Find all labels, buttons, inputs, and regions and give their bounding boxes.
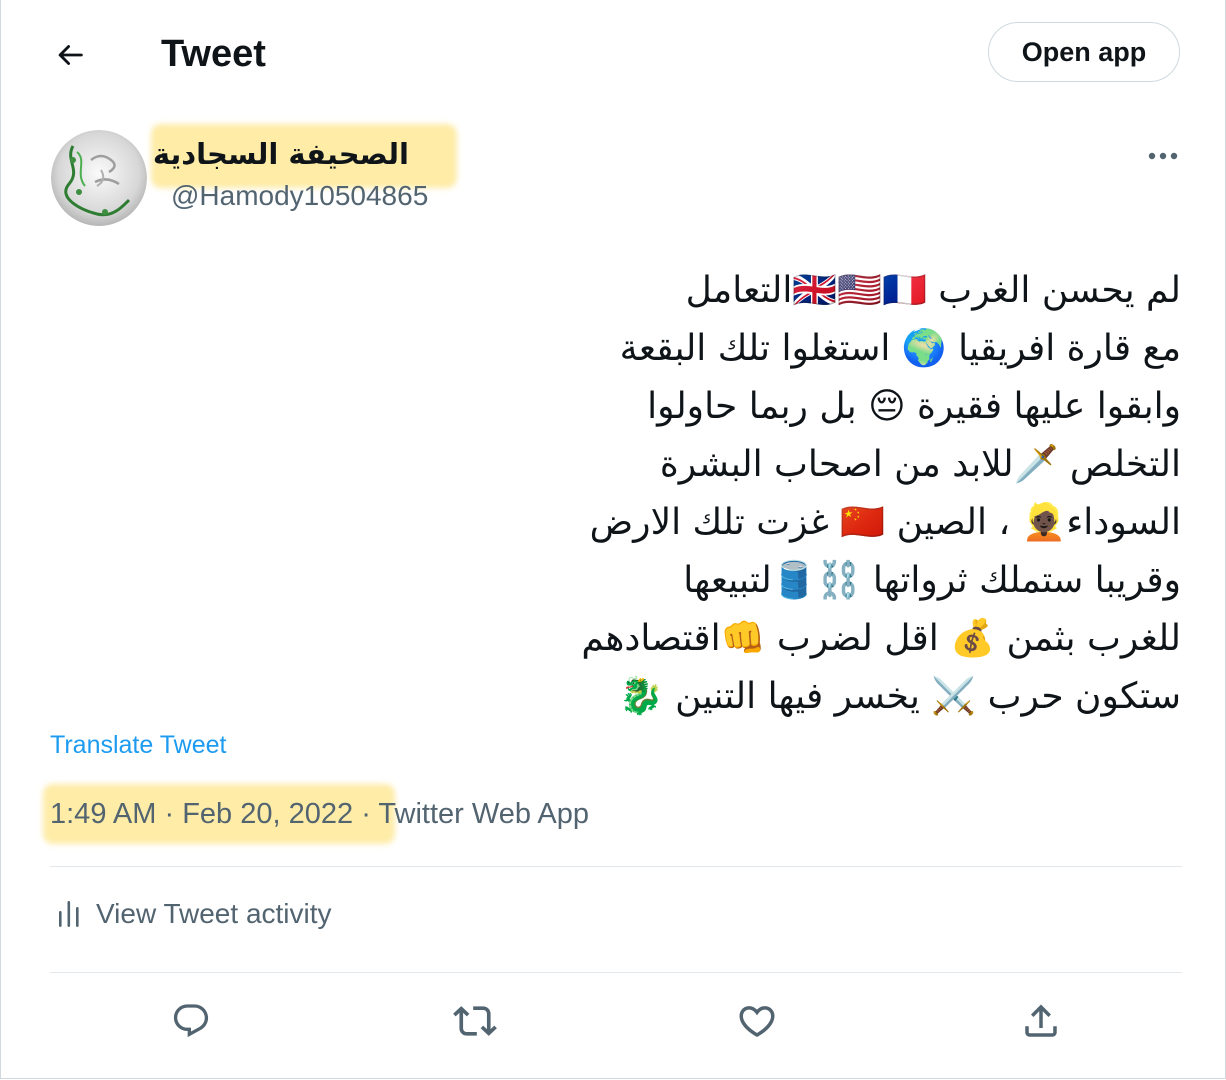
tweet-line: ستكون حرب ⚔️ يخسر فيها التنين 🐉 — [618, 676, 1181, 717]
open-app-button[interactable]: Open app — [988, 22, 1180, 82]
reply-icon — [173, 1004, 209, 1038]
reply-button[interactable] — [165, 995, 217, 1047]
page-title: Tweet — [161, 33, 266, 75]
tweet-page: Tweet Open app الصحيفة السجادية @Hamody1… — [0, 0, 1226, 1079]
view-tweet-activity-label: View Tweet activity — [96, 898, 332, 929]
view-tweet-activity-button[interactable]: View Tweet activity — [56, 898, 332, 930]
tweet-line: وابقوا عليها فقيرة 😔 بل ربما حاولوا — [647, 386, 1181, 427]
author-display-name[interactable]: الصحيفة السجادية — [153, 134, 409, 174]
tweet-line: لم يحسن الغرب 🇬🇧🇺🇸🇫🇷التعامل — [685, 270, 1181, 311]
back-button[interactable] — [41, 26, 99, 84]
bar-chart-icon — [59, 901, 79, 927]
arrow-left-icon — [58, 45, 83, 65]
retweet-icon — [453, 1006, 497, 1036]
avatar-calligraphy-image — [51, 130, 147, 226]
tweet-line: السوداء👱🏿 ، الصين 🇨🇳 غزت تلك الارض — [589, 502, 1181, 543]
more-dots-icon — [1148, 152, 1178, 160]
divider — [50, 866, 1182, 867]
avatar[interactable] — [51, 130, 147, 226]
meta-separator: · — [361, 798, 371, 830]
tweet-line: وقريبا ستملك ثرواتها ⛓️🛢️لتبيعها — [683, 560, 1181, 601]
tweet-line: للغرب بثمن 💰 اقل لضرب 👊اقتصادهم — [581, 618, 1181, 659]
tweet-line: مع قارة افريقيا 🌍 استغلوا تلك البقعة — [619, 328, 1181, 369]
retweet-button[interactable] — [449, 995, 501, 1047]
share-icon — [1025, 1004, 1057, 1037]
tweet-time[interactable]: 1:49 AM — [50, 798, 156, 830]
tweet-date[interactable]: Feb 20, 2022 — [182, 798, 353, 830]
author-handle[interactable]: @Hamody10504865 — [171, 178, 428, 214]
tweet-metadata: 1:49 AM · Feb 20, 2022 · Twitter Web App — [50, 794, 589, 834]
meta-separator: · — [164, 798, 175, 830]
tweet-actions-bar — [1, 995, 1226, 1047]
heart-icon — [739, 1006, 775, 1038]
divider — [50, 972, 1182, 973]
share-button[interactable] — [1015, 995, 1067, 1047]
translate-tweet-link[interactable]: Translate Tweet — [50, 728, 226, 762]
more-options-button[interactable] — [1141, 140, 1185, 172]
tweet-text: لم يحسن الغرب 🇬🇧🇺🇸🇫🇷التعامل مع قارة افري… — [501, 262, 1181, 726]
tweet-source[interactable]: Twitter Web App — [378, 798, 589, 830]
like-button[interactable] — [731, 995, 783, 1047]
tweet-line: التخلص 🗡️للابد من اصحاب البشرة — [659, 444, 1181, 485]
